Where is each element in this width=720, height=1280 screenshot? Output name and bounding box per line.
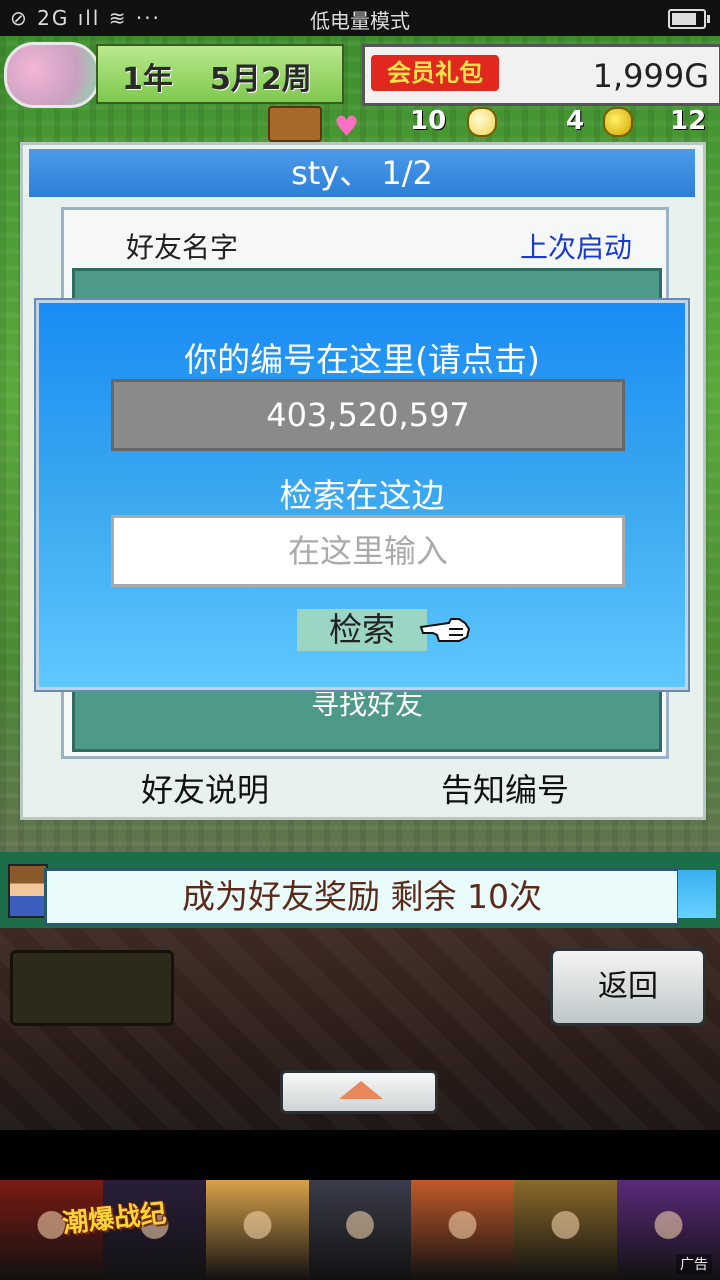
friend-help-button[interactable]: 好友说明 xyxy=(141,765,269,811)
empty-slot xyxy=(10,950,174,1026)
resource-coin-2-count: 12 xyxy=(670,106,707,136)
resource-bulb: 10 xyxy=(410,106,498,140)
status-bar: ⊘ 2G ıll ≋ ··· 低电量模式 xyxy=(0,0,720,36)
player-avatar-icon[interactable] xyxy=(4,42,100,108)
bottom-console: 返回 xyxy=(0,928,720,1130)
month-week-label: 5月2周 xyxy=(210,62,312,97)
search-button[interactable]: 检索 xyxy=(297,609,427,651)
ad-character-tile xyxy=(411,1180,515,1280)
search-input[interactable]: 在这里输入 xyxy=(111,515,625,587)
pointing-hand-icon xyxy=(419,618,471,642)
vip-gift-button[interactable]: 会员礼包 xyxy=(371,55,499,91)
column-friend-name: 好友名字 xyxy=(126,231,239,264)
heart-icon: ♥ xyxy=(334,110,360,143)
reward-bar-edge xyxy=(678,870,716,918)
battery-level xyxy=(672,13,696,25)
resource-bulb-count: 10 xyxy=(410,106,447,136)
npc-portrait-icon xyxy=(8,864,48,918)
expand-up-button[interactable] xyxy=(280,1070,438,1114)
status-center-text: 低电量模式 xyxy=(310,9,410,33)
date-panel: 1年 5月2周 xyxy=(96,44,344,104)
top-hud: 1年 5月2周 会员礼包 1,999G xyxy=(0,40,720,108)
back-button[interactable]: 返回 xyxy=(550,948,706,1026)
ad-character-tile xyxy=(514,1180,618,1280)
resource-coin-count: 4 xyxy=(566,106,585,136)
dialog-title: sty、 1/2 xyxy=(29,149,695,197)
bulb-icon xyxy=(467,106,498,137)
treasure-chest-icon[interactable] xyxy=(268,106,322,142)
gold-panel: 会员礼包 1,999G xyxy=(362,44,720,106)
ad-character-tile xyxy=(308,1180,412,1280)
resource-coin-2: 12 xyxy=(670,106,706,140)
column-last-login[interactable]: 上次启动 xyxy=(520,226,632,266)
resource-coin: 4 xyxy=(566,106,634,140)
overlay-title: 你的编号在这里(请点击) xyxy=(184,340,540,379)
player-id-box[interactable]: 403,520,597 xyxy=(111,379,625,451)
gold-amount: 1,999G xyxy=(592,57,709,95)
ad-tag: 广告 xyxy=(676,1254,712,1274)
year-label: 1年 xyxy=(122,62,173,97)
reward-area: 成为好友奖励 剩余 10次 xyxy=(0,852,720,928)
share-id-button[interactable]: 告知编号 xyxy=(441,765,569,811)
battery-icon xyxy=(668,9,710,29)
friend-reward-text: 成为好友奖励 剩余 10次 xyxy=(44,868,680,926)
coin-icon xyxy=(603,106,634,137)
id-search-overlay: 你的编号在这里(请点击) 403,520,597 检索在这边 在这里输入 检索 xyxy=(36,300,688,690)
black-gap xyxy=(0,1130,720,1180)
up-arrow-icon xyxy=(339,1081,383,1099)
resource-bar: ♥ 10 4 12 xyxy=(260,106,720,143)
ad-character-tile xyxy=(205,1180,309,1280)
search-label: 检索在这边 xyxy=(279,476,445,515)
